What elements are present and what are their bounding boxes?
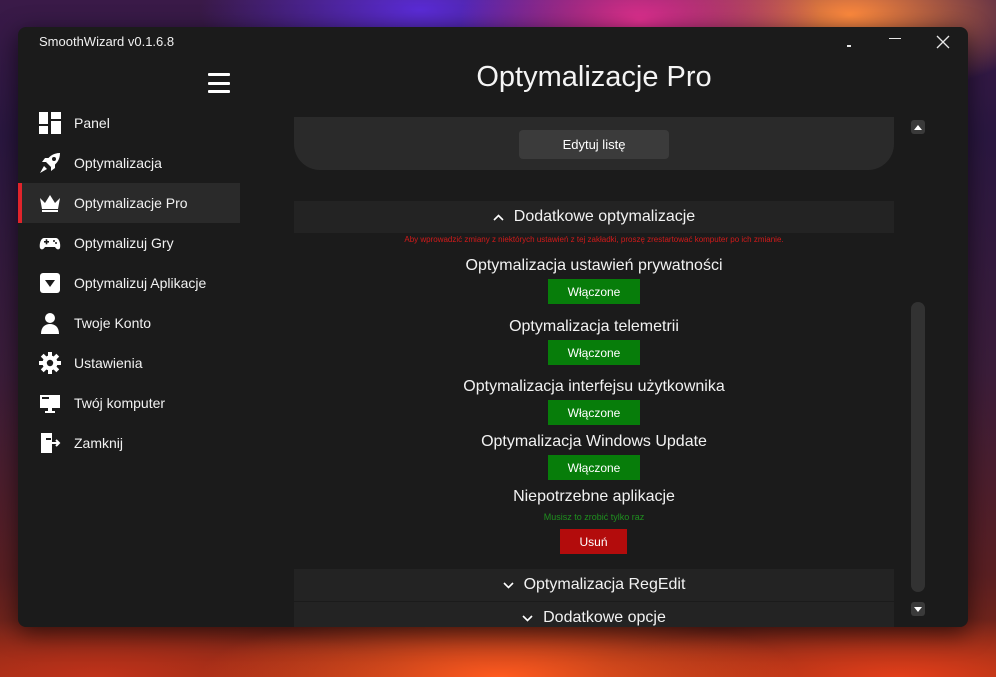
option-label-windows-update: Optymalizacja Windows Update xyxy=(481,433,707,450)
arrow-up-icon xyxy=(914,124,922,130)
sidebar-item-optymalizacja[interactable]: Optymalizacja xyxy=(18,143,240,183)
sidebar-item-label: Optymalizacje Pro xyxy=(74,195,188,211)
list-card: Edytuj listę xyxy=(294,117,894,170)
chevron-down-icon xyxy=(522,614,533,622)
minimize-icon xyxy=(847,45,851,47)
app-title: SmoothWizard v0.1.6.8 xyxy=(39,34,175,49)
section-header-extra-options[interactable]: Dodatkowe opcje xyxy=(294,602,894,627)
user-icon xyxy=(39,312,61,334)
sidebar-item-optymalizuj-gry[interactable]: Optymalizuj Gry xyxy=(18,223,240,263)
scroll-up-button[interactable] xyxy=(911,120,925,134)
sidebar-item-label: Ustawienia xyxy=(74,355,143,371)
privacy-toggle-button[interactable]: Włączone xyxy=(548,279,640,304)
sidebar-item-twoj-komputer[interactable]: Twój komputer xyxy=(18,383,240,423)
section-header-regedit[interactable]: Optymalizacja RegEdit xyxy=(294,569,894,601)
sidebar-item-label: Optymalizacja xyxy=(74,155,162,171)
ui-toggle-button[interactable]: Włączone xyxy=(548,400,640,425)
option-label-telemetry: Optymalizacja telemetrii xyxy=(509,318,679,335)
maximize-icon xyxy=(889,37,901,39)
arrow-down-icon xyxy=(914,606,922,612)
sidebar-item-label: Optymalizuj Gry xyxy=(74,235,174,251)
close-icon xyxy=(936,35,950,49)
title-bar: SmoothWizard v0.1.6.8 xyxy=(18,27,968,57)
sidebar-item-label: Twój komputer xyxy=(74,395,166,411)
gamepad-icon xyxy=(39,232,61,254)
sidebar-item-optymalizuj-aplikacje[interactable]: Optymalizuj Aplikacje xyxy=(18,263,240,303)
gear-icon xyxy=(39,352,61,374)
option-label-privacy: Optymalizacja ustawień prywatności xyxy=(465,257,723,274)
section-title: Optymalizacja RegEdit xyxy=(523,576,686,593)
one-time-note: Musisz to zrobić tylko raz xyxy=(543,512,645,522)
chevron-up-icon xyxy=(493,213,504,221)
maximize-button[interactable] xyxy=(872,27,918,57)
dashboard-icon xyxy=(39,112,61,134)
option-label-ui: Optymalizacja interfejsu użytkownika xyxy=(463,378,725,395)
sidebar-item-panel[interactable]: Panel xyxy=(18,103,240,143)
telemetry-toggle-button[interactable]: Włączone xyxy=(548,340,640,365)
exit-icon xyxy=(39,432,61,454)
sidebar-item-label: Optymalizuj Aplikacje xyxy=(74,275,207,291)
scroll-down-button[interactable] xyxy=(911,602,925,616)
section-header-additional[interactable]: Dodatkowe optymalizacje xyxy=(294,201,894,233)
sidebar-item-zamknij[interactable]: Zamknij xyxy=(18,423,240,463)
computer-icon xyxy=(39,392,61,414)
option-label-unneeded-apps: Niepotrzebne aplikacje xyxy=(513,488,675,505)
app-window: SmoothWizard v0.1.6.8 Panel Optymalizacj… xyxy=(18,27,968,627)
chevron-down-icon xyxy=(503,581,514,589)
edit-list-button[interactable]: Edytuj listę xyxy=(519,130,669,159)
hamburger-icon[interactable] xyxy=(208,73,230,93)
sidebar-item-ustawienia[interactable]: Ustawienia xyxy=(18,343,240,383)
close-button[interactable] xyxy=(920,27,966,57)
minimize-button[interactable] xyxy=(826,27,872,57)
main-content: Edytuj listę Dodatkowe optymalizacje Aby… xyxy=(294,117,894,627)
remove-apps-button[interactable]: Usuń xyxy=(560,529,627,554)
section-title: Dodatkowe opcje xyxy=(543,609,666,626)
crown-icon xyxy=(39,192,61,214)
rocket-icon xyxy=(39,152,61,174)
page-title: Optymalizacje Pro xyxy=(476,61,712,93)
sidebar-item-label: Zamknij xyxy=(74,435,124,451)
section-title: Dodatkowe optymalizacje xyxy=(513,208,696,225)
sidebar-item-label: Panel xyxy=(74,115,110,131)
sidebar-item-optymalizacje-pro[interactable]: Optymalizacje Pro xyxy=(18,183,240,223)
windows-update-toggle-button[interactable]: Włączone xyxy=(548,455,640,480)
sidebar-item-label: Twoje Konto xyxy=(74,315,152,331)
app-store-icon xyxy=(39,272,61,294)
restart-warning: Aby wprowadzić zmiany z niektórych ustaw… xyxy=(404,235,784,244)
scrollbar-thumb[interactable] xyxy=(911,302,925,592)
sidebar-item-twoje-konto[interactable]: Twoje Konto xyxy=(18,303,240,343)
sidebar: Panel Optymalizacja Optymalizacje Pro Op… xyxy=(18,103,240,463)
